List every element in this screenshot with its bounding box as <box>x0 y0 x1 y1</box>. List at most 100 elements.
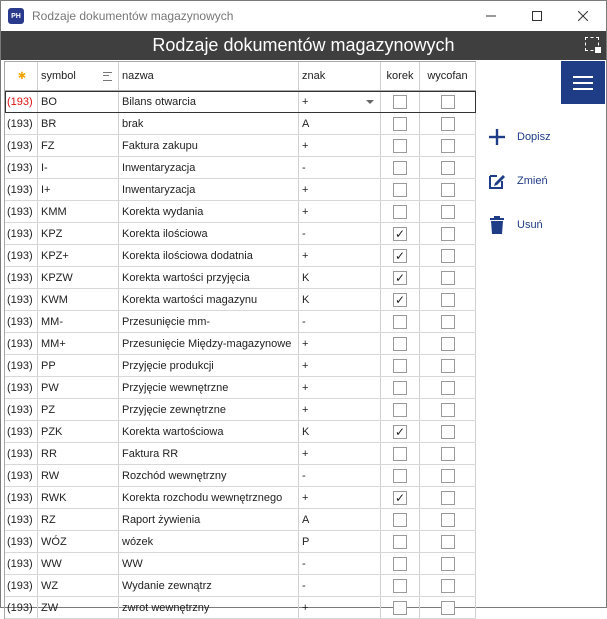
row-marker-cell[interactable]: (193) <box>5 113 38 134</box>
table-row[interactable]: (193) I- Inwentaryzacja - <box>5 157 476 179</box>
nazwa-cell[interactable]: Faktura RR <box>119 443 299 464</box>
row-marker-cell[interactable]: (193) <box>5 509 38 530</box>
nazwa-cell[interactable]: Inwentaryzacja <box>119 157 299 178</box>
maximize-button[interactable] <box>514 1 560 31</box>
nazwa-cell[interactable]: Rozchód wewnętrzny <box>119 465 299 486</box>
wycofany-checkbox[interactable] <box>440 490 455 505</box>
symbol-cell[interactable]: MM+ <box>38 333 119 354</box>
row-marker-cell[interactable]: (193) <box>5 531 38 552</box>
wycofany-checkbox[interactable] <box>440 248 455 263</box>
nazwa-cell[interactable]: wózek <box>119 531 299 552</box>
znak-cell[interactable]: A <box>299 113 381 134</box>
znak-cell[interactable]: + <box>299 245 381 266</box>
symbol-cell[interactable]: RWK <box>38 487 119 508</box>
wycofany-checkbox[interactable] <box>440 380 455 395</box>
table-row[interactable]: (193) PZK Korekta wartościowa K ✓ <box>5 421 476 443</box>
symbol-cell[interactable]: KMM <box>38 201 119 222</box>
wycofany-checkbox[interactable] <box>440 556 455 571</box>
znak-cell[interactable]: + <box>299 399 381 420</box>
table-row[interactable]: (193) KWM Korekta wartości magazynu K ✓ <box>5 289 476 311</box>
nazwa-cell[interactable]: Korekta ilościowa dodatnia <box>119 245 299 266</box>
nazwa-cell[interactable]: Korekta wartości magazynu <box>119 289 299 310</box>
symbol-cell[interactable]: KPZW <box>38 267 119 288</box>
table-row[interactable]: (193) WÓZ wózek P <box>5 531 476 553</box>
wycofany-checkbox[interactable] <box>440 512 455 527</box>
nazwa-cell[interactable]: Przesunięcie mm- <box>119 311 299 332</box>
symbol-cell[interactable]: MM- <box>38 311 119 332</box>
table-row[interactable]: (193) WZ Wydanie zewnątrz - <box>5 575 476 597</box>
row-marker-cell[interactable]: (193) <box>5 311 38 332</box>
table-row[interactable]: (193) KPZW Korekta wartości przyjęcia K ✓ <box>5 267 476 289</box>
column-header-nazwa[interactable]: nazwa <box>119 62 299 90</box>
symbol-cell[interactable]: KPZ <box>38 223 119 244</box>
wycofany-checkbox[interactable] <box>440 116 455 131</box>
znak-cell[interactable]: + <box>299 487 381 508</box>
row-marker-cell[interactable]: (193) <box>5 201 38 222</box>
korekta-checkbox[interactable] <box>393 160 407 175</box>
table-row[interactable]: (193) MM+ Przesunięcie Między-magazynowe + <box>5 333 476 355</box>
nazwa-cell[interactable]: Korekta wartości przyjęcia <box>119 267 299 288</box>
wycofany-checkbox[interactable] <box>440 578 455 593</box>
znak-cell[interactable]: + <box>299 91 381 112</box>
znak-cell[interactable]: + <box>299 179 381 200</box>
symbol-cell[interactable]: RR <box>38 443 119 464</box>
symbol-cell[interactable]: WÓZ <box>38 531 119 552</box>
column-header-symbol[interactable]: symbol <box>38 62 119 90</box>
row-marker-cell[interactable]: (193) <box>5 245 38 266</box>
row-marker-cell[interactable]: (193) <box>5 377 38 398</box>
znak-cell[interactable]: K <box>299 421 381 442</box>
table-row[interactable]: (193) RR Faktura RR + <box>5 443 476 465</box>
wycofany-checkbox[interactable] <box>440 336 455 351</box>
symbol-cell[interactable]: PW <box>38 377 119 398</box>
table-row[interactable]: (193) RW Rozchód wewnętrzny - <box>5 465 476 487</box>
znak-cell[interactable]: + <box>299 377 381 398</box>
wycofany-checkbox[interactable] <box>440 270 455 285</box>
symbol-cell[interactable]: I+ <box>38 179 119 200</box>
korekta-checkbox[interactable] <box>393 138 407 153</box>
table-row[interactable]: (193) MM- Przesunięcie mm- - <box>5 311 476 333</box>
symbol-cell[interactable]: KWM <box>38 289 119 310</box>
znak-cell[interactable]: + <box>299 201 381 222</box>
wycofany-checkbox[interactable] <box>440 94 455 109</box>
nazwa-cell[interactable]: Korekta rozchodu wewnętrznego <box>119 487 299 508</box>
znak-cell[interactable]: + <box>299 443 381 464</box>
nazwa-cell[interactable]: Inwentaryzacja <box>119 179 299 200</box>
add-button[interactable]: Dopisz <box>486 115 551 159</box>
row-marker-cell[interactable]: (193) <box>5 157 38 178</box>
korekta-checkbox[interactable] <box>393 468 407 483</box>
korekta-checkbox[interactable]: ✓ <box>393 270 407 285</box>
korekta-checkbox[interactable] <box>393 578 407 593</box>
table-row[interactable]: (193) KPZ+ Korekta ilościowa dodatnia + ✓ <box>5 245 476 267</box>
row-marker-cell[interactable]: (193) <box>5 267 38 288</box>
symbol-cell[interactable]: PZK <box>38 421 119 442</box>
nazwa-cell[interactable]: Przyjęcie zewnętrzne <box>119 399 299 420</box>
korekta-checkbox[interactable] <box>393 446 407 461</box>
symbol-cell[interactable]: KPZ+ <box>38 245 119 266</box>
korekta-checkbox[interactable] <box>393 116 407 131</box>
table-row[interactable]: (193) PZ Przyjęcie zewnętrzne + <box>5 399 476 421</box>
znak-cell[interactable]: A <box>299 509 381 530</box>
wycofany-checkbox[interactable] <box>440 468 455 483</box>
korekta-checkbox[interactable] <box>393 94 407 109</box>
wycofany-checkbox[interactable] <box>440 160 455 175</box>
wycofany-checkbox[interactable] <box>440 226 455 241</box>
znak-cell[interactable]: - <box>299 223 381 244</box>
row-marker-cell[interactable]: (193) <box>5 487 38 508</box>
table-row[interactable]: (193) I+ Inwentaryzacja + <box>5 179 476 201</box>
korekta-checkbox[interactable]: ✓ <box>393 226 407 241</box>
column-header-znak[interactable]: znak <box>299 62 381 90</box>
row-marker-cell[interactable]: (193) <box>5 443 38 464</box>
table-row[interactable]: (193) BR brak A <box>5 113 476 135</box>
table-row[interactable]: (193) KMM Korekta wydania + <box>5 201 476 223</box>
row-marker-cell[interactable]: (193) <box>5 91 38 112</box>
wycofany-checkbox[interactable] <box>440 446 455 461</box>
symbol-cell[interactable]: I- <box>38 157 119 178</box>
symbol-cell[interactable]: WZ <box>38 575 119 596</box>
table-row[interactable]: (193) RWK Korekta rozchodu wewnętrznego + ✓ <box>5 487 476 509</box>
hamburger-menu-button[interactable] <box>561 61 605 104</box>
row-marker-cell[interactable]: (193) <box>5 465 38 486</box>
delete-button[interactable]: Usuń <box>486 203 551 247</box>
nazwa-cell[interactable]: Faktura zakupu <box>119 135 299 156</box>
row-marker-cell[interactable]: (193) <box>5 179 38 200</box>
nazwa-cell[interactable]: Raport żywienia <box>119 509 299 530</box>
